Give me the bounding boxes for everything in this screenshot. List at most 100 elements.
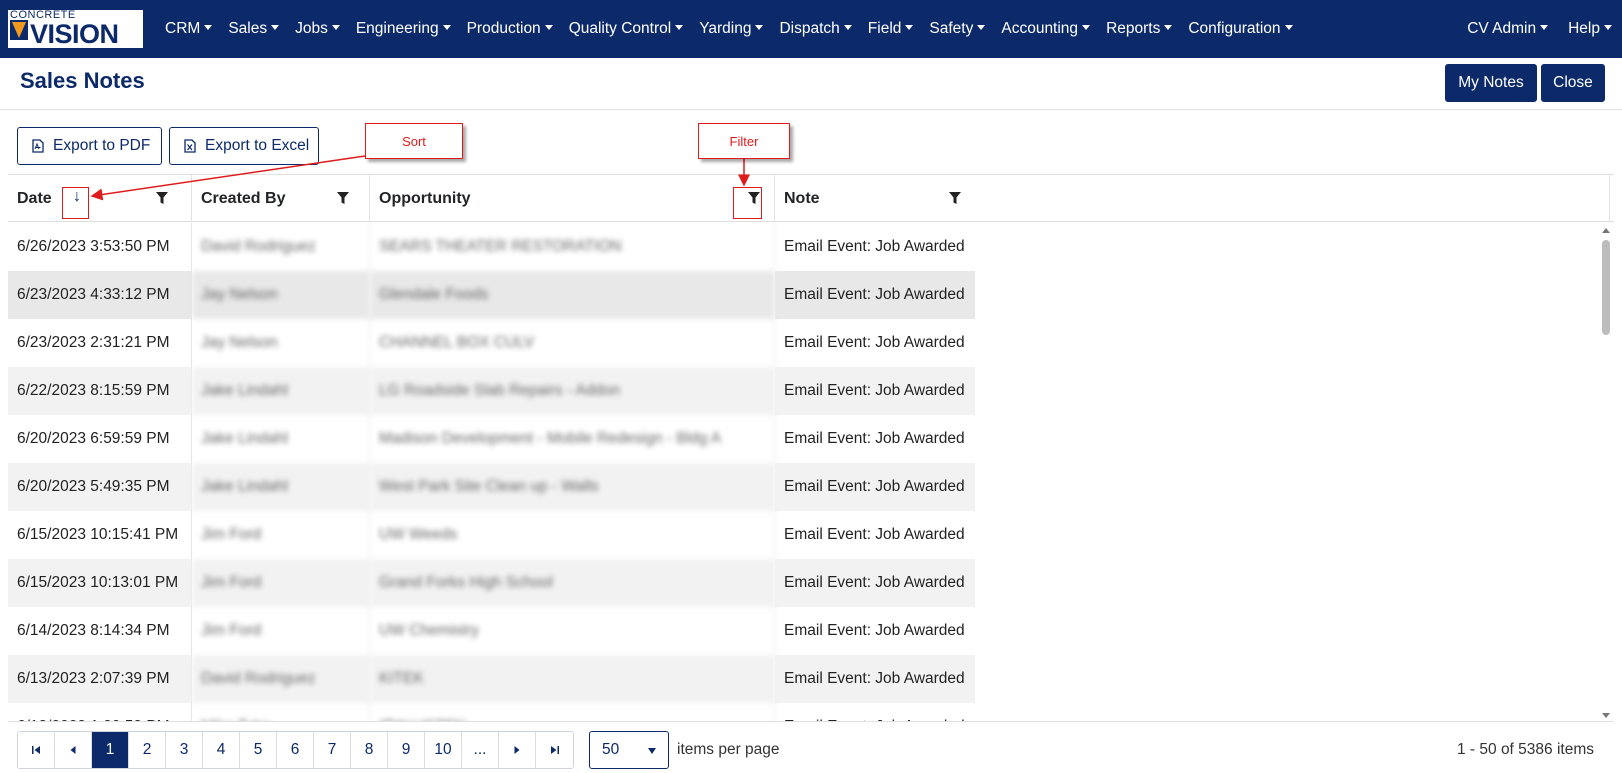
cell-opportunity: ITW LISTEN — [370, 703, 775, 721]
first-page-button[interactable] — [18, 732, 55, 768]
menu-yarding[interactable]: Yarding — [691, 20, 771, 38]
page-button-10[interactable]: 10 — [425, 732, 462, 768]
date-filter-icon[interactable] — [155, 190, 169, 206]
items-per-page-select[interactable]: 50 — [589, 731, 669, 769]
cell-created-by: Jake Lindahl — [192, 463, 370, 511]
table-row[interactable]: 6/22/2023 8:15:59 PM Jake Lindahl LG Roa… — [8, 367, 1598, 415]
cell-note: Email Event: Job Awarded — [784, 334, 965, 351]
note-filter-icon[interactable] — [948, 190, 962, 206]
cell-created-by: Jim Ford — [192, 607, 370, 655]
cell-opportunity: Madison Development - Mobile Redesign - … — [370, 415, 775, 463]
grid-scrollbar[interactable] — [1598, 223, 1614, 721]
logo-text-bottom: VISION — [30, 18, 119, 48]
logo-mark-icon — [10, 20, 28, 40]
cell-created-by: Mike Tyler — [192, 703, 370, 721]
scroll-up-icon[interactable] — [1602, 228, 1610, 233]
menu-safety[interactable]: Safety — [921, 20, 993, 38]
menu-reports[interactable]: Reports — [1098, 20, 1180, 38]
page-button-more[interactable]: ... — [462, 732, 499, 768]
page-button-9[interactable]: 9 — [388, 732, 425, 768]
first-page-icon — [32, 746, 40, 754]
table-row[interactable]: 6/26/2023 3:53:50 PM David Rodriguez SEA… — [8, 223, 1598, 271]
scroll-down-icon[interactable] — [1602, 713, 1610, 718]
menu-dispatch[interactable]: Dispatch — [771, 20, 859, 38]
last-page-button[interactable] — [536, 732, 573, 768]
column-title-note: Note — [784, 189, 820, 207]
export-excel-label: Export to Excel — [205, 137, 310, 154]
export-excel-button[interactable]: Export to Excel — [169, 127, 319, 165]
column-header-created-by[interactable]: Created By — [192, 175, 370, 222]
cell-note: Email Event: Job Awarded — [775, 271, 975, 319]
menu-production[interactable]: Production — [459, 20, 561, 38]
cell-opportunity: KITEK — [370, 655, 775, 703]
table-row[interactable]: 6/20/2023 5:49:35 PM Jake Lindahl West P… — [8, 463, 1598, 511]
header-divider — [0, 109, 1622, 110]
table-row[interactable]: 6/13/2023 1:30:53 PM Mike Tyler ITW LIST… — [8, 703, 1598, 721]
page-button-7[interactable]: 7 — [314, 732, 351, 768]
cell-created-by: David Rodriguez — [192, 223, 370, 271]
column-header-date[interactable]: Date ↓ — [8, 175, 192, 222]
page-button-5[interactable]: 5 — [240, 732, 277, 768]
menu-help[interactable]: Help — [1558, 20, 1622, 38]
page-button-2[interactable]: 2 — [129, 732, 166, 768]
page-button-4[interactable]: 4 — [203, 732, 240, 768]
cell-opportunity: CHANNEL BOX CULV — [370, 319, 775, 367]
close-button[interactable]: Close — [1541, 64, 1605, 102]
table-row[interactable]: 6/15/2023 10:15:41 PM Jim Ford UW Weeds … — [8, 511, 1598, 559]
column-title-date: Date — [17, 189, 52, 207]
cell-note: Email Event: Job Awarded — [784, 526, 965, 543]
table-row[interactable]: 6/13/2023 2:07:39 PM David Rodriguez KIT… — [8, 655, 1598, 703]
cell-opportunity: SEARS THEATER RESTORATION — [370, 223, 775, 271]
cell-note: Email Event: Job Awarded — [775, 655, 975, 703]
cell-date: 6/13/2023 1:30:53 PM — [8, 703, 192, 721]
page-button-6[interactable]: 6 — [277, 732, 314, 768]
sales-notes-grid: Date ↓ Created By Opportunity Note 6/26/… — [8, 174, 1614, 722]
table-row[interactable]: 6/15/2023 10:13:01 PM Jim Ford Grand For… — [8, 559, 1598, 607]
menu-crm[interactable]: CRM — [157, 20, 220, 38]
cell-note: Email Event: Job Awarded — [775, 559, 975, 607]
column-header-note[interactable]: Note — [775, 175, 1610, 222]
table-row[interactable]: 6/23/2023 4:33:12 PM Jay Nelson Glendale… — [8, 271, 1598, 319]
cell-date: 6/15/2023 10:13:01 PM — [8, 559, 192, 607]
table-row[interactable]: 6/20/2023 6:59:59 PM Jake Lindahl Madiso… — [8, 415, 1598, 463]
main-menu: CRM Sales Jobs Engineering Production Qu… — [157, 0, 1301, 58]
page-button-3[interactable]: 3 — [166, 732, 203, 768]
cell-date: 6/26/2023 3:53:50 PM — [8, 223, 192, 271]
cell-opportunity: Glendale Foods — [370, 271, 775, 319]
concrete-vision-logo[interactable]: CONCRETE VISION — [8, 10, 143, 48]
prev-page-button[interactable] — [55, 732, 92, 768]
grid-body: 6/26/2023 3:53:50 PM David Rodriguez SEA… — [8, 223, 1598, 721]
page-title: Sales Notes — [20, 68, 145, 93]
cell-date: 6/20/2023 5:49:35 PM — [8, 463, 192, 511]
cell-created-by: Jay Nelson — [192, 271, 370, 319]
menu-accounting[interactable]: Accounting — [993, 20, 1098, 38]
menu-configuration[interactable]: Configuration — [1180, 20, 1300, 38]
page-button-1[interactable]: 1 — [92, 732, 129, 768]
table-row[interactable]: 6/23/2023 2:31:21 PM Jay Nelson CHANNEL … — [8, 319, 1598, 367]
column-header-opportunity[interactable]: Opportunity — [370, 175, 775, 222]
table-row[interactable]: 6/14/2023 8:14:34 PM Jim Ford UW Chemist… — [8, 607, 1598, 655]
cell-opportunity: West Park Site Clean up - Walls — [370, 463, 775, 511]
items-per-page-label: items per page — [677, 741, 780, 758]
export-pdf-button[interactable]: Export to PDF — [17, 127, 162, 165]
created-by-filter-icon[interactable] — [336, 190, 350, 206]
cell-date: 6/22/2023 8:15:59 PM — [8, 367, 192, 415]
grid-header: Date ↓ Created By Opportunity Note — [8, 175, 1614, 222]
sort-highlight-box — [62, 187, 89, 219]
excel-file-icon — [184, 139, 196, 153]
page-button-8[interactable]: 8 — [351, 732, 388, 768]
scrollbar-thumb[interactable] — [1602, 240, 1610, 335]
next-page-button[interactable] — [499, 732, 536, 768]
cell-note: Email Event: Job Awarded — [784, 238, 965, 255]
menu-sales[interactable]: Sales — [220, 20, 287, 38]
filter-highlight-box — [733, 187, 762, 219]
menu-field[interactable]: Field — [860, 20, 922, 38]
cell-note: Email Event: Job Awarded — [775, 463, 975, 511]
menu-jobs[interactable]: Jobs — [287, 20, 348, 38]
pdf-file-icon — [32, 139, 44, 153]
menu-engineering[interactable]: Engineering — [348, 20, 459, 38]
menu-quality-control[interactable]: Quality Control — [561, 20, 692, 38]
cell-note: Email Event: Job Awarded — [775, 367, 975, 415]
menu-user[interactable]: CV Admin — [1457, 20, 1558, 38]
my-notes-button[interactable]: My Notes — [1445, 64, 1537, 102]
